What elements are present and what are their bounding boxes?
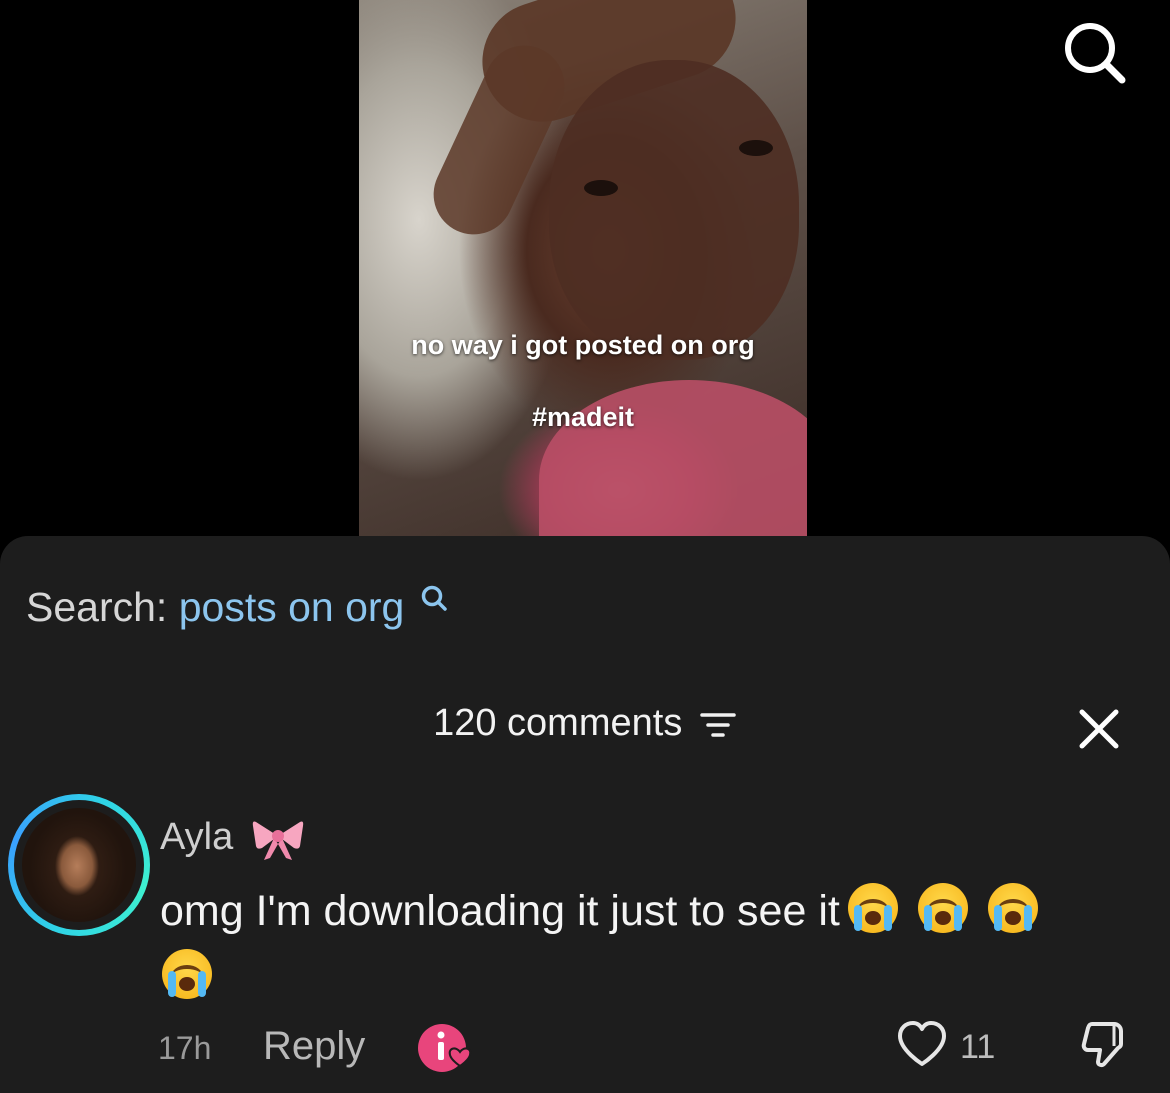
avatar-image [22, 808, 136, 922]
comment-author[interactable]: Ayla [160, 816, 304, 862]
comment-timestamp: 17h [158, 1030, 212, 1066]
video-scene-face [549, 60, 799, 360]
reply-button[interactable]: Reply [263, 1024, 365, 1069]
search-suggestion[interactable]: Search: posts on org [26, 584, 448, 631]
loudly-crying-face-icon [917, 883, 968, 933]
ribbon-bow-icon [252, 821, 304, 860]
like-count: 11 [960, 1028, 996, 1066]
comments-count-header[interactable]: 120 comments [0, 702, 1170, 745]
creator-liked-icon [418, 1024, 472, 1072]
app-screen: no way i got posted on org #madeit Searc… [0, 0, 1170, 1093]
video-scene-eye [739, 140, 773, 156]
avatar-frame [14, 800, 144, 930]
video-scene-eye [584, 180, 618, 196]
comments-count: 120 comments [433, 702, 683, 744]
video-player[interactable]: no way i got posted on org #madeit [359, 0, 807, 536]
avatar[interactable] [8, 794, 150, 936]
comment-author-name: Ayla [160, 816, 234, 859]
video-caption-hashtag[interactable]: #madeit [359, 402, 807, 433]
comment-actions: 17h Reply 11 [0, 1021, 1170, 1084]
comment-body: omg I'm downloading it just to see it [160, 887, 840, 935]
loudly-crying-face-icon [162, 949, 212, 999]
close-icon[interactable] [1078, 708, 1120, 750]
search-icon [421, 585, 447, 611]
search-suggestion-term[interactable]: posts on org [179, 584, 405, 630]
filter-icon[interactable] [699, 710, 737, 740]
thumbs-down-icon[interactable] [1078, 1018, 1130, 1070]
video-caption-line-1: no way i got posted on org [411, 330, 755, 360]
comment-text: omg I'm downloading it just to see it [160, 878, 1150, 1010]
heart-icon[interactable] [896, 1020, 948, 1068]
comments-sheet: Search: posts on org 120 comments Ayla o… [0, 536, 1170, 1093]
search-suggestion-label: Search: [26, 584, 168, 630]
search-icon[interactable] [1058, 18, 1130, 90]
loudly-crying-face-icon [987, 883, 1038, 933]
loudly-crying-face-icon [847, 883, 898, 933]
